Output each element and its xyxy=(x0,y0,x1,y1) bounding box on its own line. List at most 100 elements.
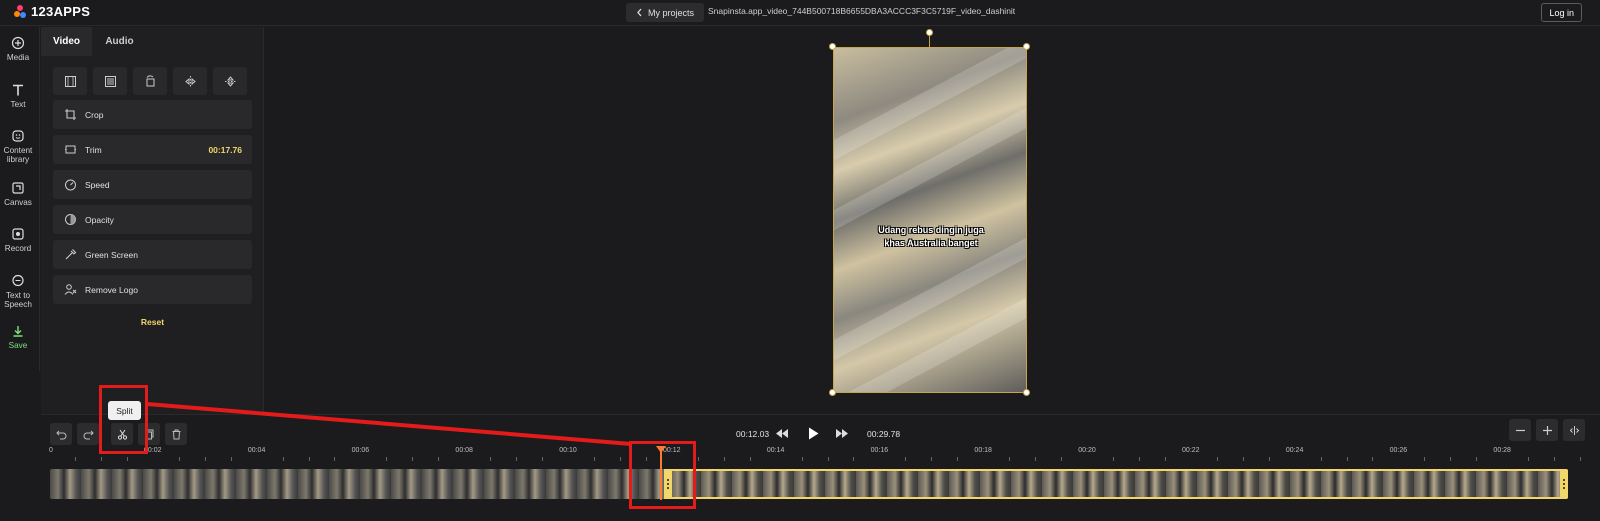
ruler-tick xyxy=(1476,457,1478,461)
delete-button[interactable] xyxy=(165,423,187,445)
rail-label-content: Content xyxy=(3,146,33,155)
ruler-tick xyxy=(905,457,907,461)
resize-handle-top-left[interactable] xyxy=(829,43,836,50)
ruler-tick xyxy=(1372,457,1374,461)
ruler-tick xyxy=(100,457,102,461)
video-caption: Udang rebus dingin juga khas Australia b… xyxy=(834,224,1026,250)
crop-label: Crop xyxy=(85,109,104,120)
login-button[interactable]: Log in xyxy=(1541,3,1582,22)
panel-tabs: Video Audio xyxy=(41,27,264,56)
rail-item-record[interactable]: Record xyxy=(0,227,36,253)
green-screen-label: Green Screen xyxy=(85,249,138,260)
ruler-tick-label: 00:22 xyxy=(1182,447,1200,454)
ruler-tick-label: 00:10 xyxy=(559,447,577,454)
logo-text: 123APPS xyxy=(31,4,91,19)
app-logo[interactable]: 123APPS xyxy=(14,4,90,19)
ruler-tick xyxy=(1424,457,1426,461)
fill-button[interactable] xyxy=(93,67,127,95)
fit-icon xyxy=(64,75,76,87)
rail-item-text-to-speech[interactable]: Text to Speech xyxy=(0,274,36,309)
top-bar: 123APPS My projects Snapinsta.app_video_… xyxy=(0,0,1600,26)
time-ruler[interactable]: 0 00:02 00:04 00:06 00:08 00:10 00:12 00:14 00:1… xyxy=(49,447,1582,467)
resize-handle-bottom-left[interactable] xyxy=(829,389,836,396)
ruler-tick xyxy=(490,457,492,461)
ruler-tick xyxy=(204,457,206,461)
rail-label-library: library xyxy=(6,155,30,164)
ruler-tick xyxy=(1035,457,1037,461)
trim-option[interactable]: Trim 00:17.76 xyxy=(53,135,252,164)
ruler-tick xyxy=(126,457,128,461)
rewind-button[interactable] xyxy=(774,425,790,441)
remove-logo-option[interactable]: Remove Logo xyxy=(53,275,252,304)
rail-item-canvas[interactable]: Canvas xyxy=(0,181,36,207)
ruler-tick-label: 00:14 xyxy=(766,447,785,454)
ruler-tick xyxy=(1580,457,1582,461)
transform-toolbar xyxy=(53,67,247,95)
flip-vertical-button[interactable] xyxy=(213,67,247,95)
ruler-tick-label: 00:18 xyxy=(974,447,992,454)
ruler-tick xyxy=(74,457,76,461)
rotate-icon xyxy=(146,74,154,86)
clip-trim-handle-right[interactable] xyxy=(1560,469,1568,499)
my-projects-button[interactable]: My projects xyxy=(626,3,705,22)
ruler-tick-label: 00:04 xyxy=(247,447,266,454)
flip-horizontal-button[interactable] xyxy=(173,67,207,95)
video-frame[interactable]: Udang rebus dingin juga khas Australia b… xyxy=(833,47,1027,393)
zoom-in-button[interactable] xyxy=(1536,419,1558,441)
fast-forward-button[interactable] xyxy=(834,425,850,441)
video-track[interactable] xyxy=(50,469,1568,499)
resize-handle-top-right[interactable] xyxy=(1023,43,1030,50)
ruler-tick xyxy=(412,457,414,461)
rotate-button[interactable] xyxy=(133,67,167,95)
ruler-tick-label: 00:26 xyxy=(1389,447,1408,454)
speech-bubble-icon xyxy=(12,274,24,287)
ruler-tick-label: 00:24 xyxy=(1285,447,1304,454)
rail-item-text[interactable]: Text xyxy=(0,83,36,109)
remove-logo-label: Remove Logo xyxy=(85,284,138,295)
fit-timeline-button[interactable] xyxy=(1563,419,1585,441)
ruler-tick xyxy=(308,457,310,461)
rail-label-text: Text xyxy=(10,100,26,109)
clip-segment-2-selected[interactable] xyxy=(668,469,1568,499)
ruler-tick xyxy=(619,457,621,461)
ruler-tick xyxy=(516,457,518,461)
trim-duration: 00:17.76 xyxy=(208,144,242,155)
fit-button[interactable] xyxy=(53,67,87,95)
resize-handle-bottom-right[interactable] xyxy=(1023,389,1030,396)
speed-option[interactable]: Speed xyxy=(53,170,252,199)
rail-item-content-library[interactable]: Content library xyxy=(0,129,36,164)
rail-item-media[interactable]: Media xyxy=(0,36,36,62)
tab-video[interactable]: Video xyxy=(41,27,92,56)
undo-button[interactable] xyxy=(50,423,72,445)
fill-icon xyxy=(104,75,116,87)
green-screen-option[interactable]: Green Screen xyxy=(53,240,252,269)
ruler-tick xyxy=(282,457,284,461)
tab-audio[interactable]: Audio xyxy=(92,27,147,56)
rotation-line xyxy=(929,35,930,47)
clip-segment-1[interactable] xyxy=(50,469,664,499)
rail-label-save: Save xyxy=(8,341,28,350)
trim-icon xyxy=(65,145,76,154)
speed-label: Speed xyxy=(85,179,110,190)
rail-item-save[interactable]: Save xyxy=(0,324,36,350)
rotation-handle[interactable] xyxy=(926,29,933,36)
play-button[interactable] xyxy=(803,423,823,443)
ruler-tick-label: 0 xyxy=(49,447,53,454)
project-filename: Snapinsta.app_video_744B500718B6655DBA3A… xyxy=(708,6,1016,16)
opacity-option[interactable]: Opacity xyxy=(53,205,252,234)
download-icon xyxy=(13,326,23,337)
zoom-out-button[interactable] xyxy=(1509,419,1531,441)
ruler-tick xyxy=(1268,457,1270,461)
redo-icon xyxy=(83,430,94,439)
ruler-tick xyxy=(1009,457,1011,461)
speedometer-icon xyxy=(65,179,76,191)
sticker-icon xyxy=(12,130,24,142)
redo-button[interactable] xyxy=(77,423,99,445)
play-icon xyxy=(808,427,818,439)
eyedropper-icon xyxy=(65,249,77,260)
reset-button[interactable]: Reset xyxy=(41,317,264,327)
annotation-box-split xyxy=(99,385,148,454)
crop-option[interactable]: Crop xyxy=(53,100,252,129)
canvas-icon xyxy=(12,182,24,194)
rail-label-speech: Speech xyxy=(4,300,32,309)
